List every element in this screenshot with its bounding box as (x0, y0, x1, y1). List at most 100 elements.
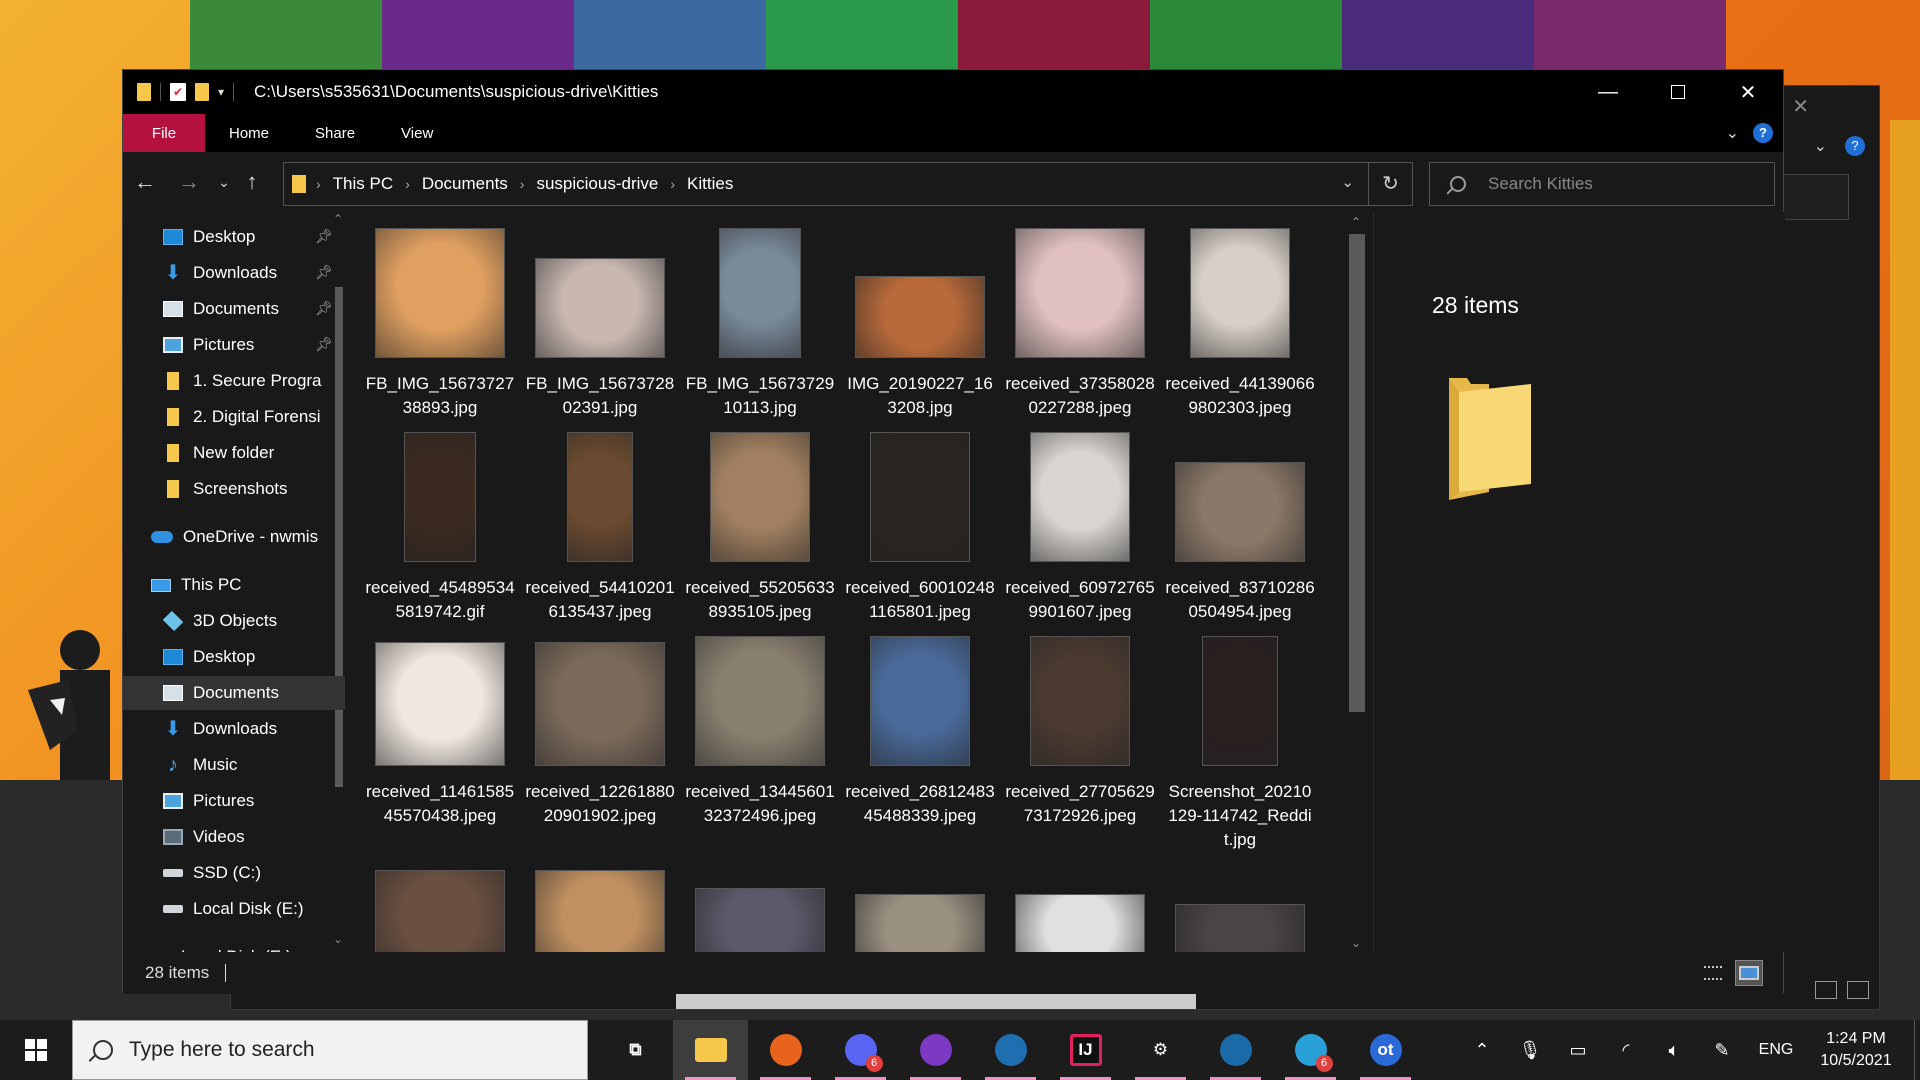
virtualbox-taskbar-button[interactable] (973, 1020, 1048, 1080)
task-view-taskbar-button[interactable]: ⧉ (598, 1020, 673, 1080)
file-item[interactable]: Screenshot_20210129-114742_Reddit.jpg (1165, 628, 1315, 849)
file-item[interactable]: FB_IMG_1567372802391.jpg (525, 220, 675, 420)
file-item[interactable]: received_1146158545570438.jpeg (365, 628, 515, 828)
expand-ribbon-icon[interactable]: ⌄ (1726, 123, 1739, 143)
file-item[interactable]: received_837102860504954.jpeg (1165, 424, 1315, 624)
file-item[interactable]: received_552056338935105.jpeg (685, 424, 835, 624)
navigation-pane[interactable]: ⌃ ⌄ Desktop 📌︎ ⬇ Downloads 📌︎ Documents 📌︎ Pict… (123, 212, 353, 952)
battery-icon[interactable]: ▭ (1554, 1020, 1602, 1080)
content-scrollbar-thumb[interactable] (1349, 234, 1365, 712)
file-item[interactable]: received_441390669802303.jpeg (1165, 220, 1315, 420)
file-item[interactable]: received_600102481165801.jpeg (845, 424, 995, 624)
pen-icon[interactable]: ✎ (1698, 1020, 1746, 1080)
file-item[interactable]: received_2770562973172926.jpeg (1005, 628, 1155, 828)
language-indicator[interactable]: ENG (1746, 1041, 1806, 1059)
chevron-right-icon[interactable]: › (316, 176, 321, 192)
breadcrumb-documents[interactable]: Documents (422, 174, 508, 194)
breadcrumb-kitties[interactable]: Kitties (687, 174, 733, 194)
file-item[interactable]: received_609727659901607.jpeg (1005, 424, 1155, 624)
volume-icon[interactable]: 🔈︎ (1650, 1020, 1698, 1080)
address-bar[interactable]: › This PC › Documents › suspicious-drive… (283, 162, 1413, 206)
github-desktop-taskbar-button[interactable] (898, 1020, 973, 1080)
sidebar-item-pictures[interactable]: Pictures (123, 784, 345, 818)
file-item[interactable]: IMG_20190227_163208.jpg (845, 220, 995, 420)
tab-file[interactable]: File (123, 114, 205, 152)
large-icons-view-button[interactable] (1735, 960, 1763, 986)
sidebar-item-local-disk-e[interactable]: Local Disk (E:) (123, 892, 345, 926)
pin-icon[interactable]: 📌︎ (315, 336, 333, 353)
file-item[interactable] (845, 832, 995, 952)
sidebar-item-documents[interactable]: Documents (123, 676, 345, 710)
chevron-up-icon[interactable]: ⌃ (1458, 1020, 1506, 1080)
search-box[interactable] (1429, 162, 1775, 206)
minimize-button[interactable]: — (1573, 70, 1643, 114)
sidebar-item-local-disk-e[interactable]: Local Disk (E:) (123, 940, 345, 952)
search-input[interactable] (1488, 174, 1748, 194)
taskbar-search[interactable]: Type here to search (72, 1020, 588, 1080)
settings-taskbar-button[interactable]: ⚙ (1123, 1020, 1198, 1080)
sidebar-item-videos[interactable]: Videos (123, 820, 345, 854)
sidebar-item-1-secure-progra[interactable]: 1. Secure Progra (123, 364, 345, 398)
file-item[interactable] (685, 832, 835, 952)
recent-locations-button[interactable]: ⌄ (211, 174, 237, 191)
file-item[interactable]: FB_IMG_1567372738893.jpg (365, 220, 515, 420)
ot-taskbar-button[interactable]: ot (1348, 1020, 1423, 1080)
tab-view[interactable]: View (401, 125, 433, 142)
file-item[interactable]: FB_IMG_1567372910113.jpg (685, 220, 835, 420)
chevron-right-icon[interactable]: › (670, 176, 675, 192)
refresh-button[interactable]: ↻ (1368, 163, 1412, 205)
breadcrumb-this-pc[interactable]: This PC (333, 174, 393, 194)
tab-share[interactable]: Share (315, 125, 355, 142)
sidebar-item-screenshots[interactable]: Screenshots (123, 472, 345, 506)
file-item[interactable]: received_373580280227288.jpeg (1005, 220, 1155, 420)
chevron-right-icon[interactable]: › (405, 176, 410, 192)
telegram-taskbar-button[interactable]: 6 (1273, 1020, 1348, 1080)
back-button[interactable]: ← (123, 169, 167, 195)
file-item[interactable] (1005, 832, 1155, 952)
sidebar-item-onedrive-nwmis[interactable]: OneDrive - nwmis (123, 520, 345, 554)
sidebar-item-desktop[interactable]: Desktop 📌︎ (123, 220, 345, 254)
firefox-taskbar-button[interactable] (748, 1020, 823, 1080)
sidebar-item-3d-objects[interactable]: 3D Objects (123, 604, 345, 638)
details-view-button[interactable] (1699, 960, 1727, 986)
pin-icon[interactable]: 📌︎ (315, 264, 333, 281)
properties-icon[interactable]: ✔ (170, 83, 186, 101)
sidebar-item-downloads[interactable]: ⬇ Downloads 📌︎ (123, 256, 345, 290)
view-buttons[interactable] (1815, 981, 1869, 999)
sidebar-item-new-folder[interactable]: New folder (123, 436, 345, 470)
steam-taskbar-button[interactable] (1198, 1020, 1273, 1080)
tab-home[interactable]: Home (229, 125, 269, 142)
file-item[interactable]: received_454895345819742.gif (365, 424, 515, 624)
close-icon[interactable]: ✕ (1792, 94, 1809, 119)
sidebar-item-pictures[interactable]: Pictures 📌︎ (123, 328, 345, 362)
file-item[interactable]: received_544102016135437.jpeg (525, 424, 675, 624)
microphone-icon[interactable]: 🎙︎ (1506, 1020, 1554, 1080)
show-desktop-button[interactable] (1914, 1020, 1920, 1080)
pin-icon[interactable]: 📌︎ (315, 300, 333, 317)
scroll-up-icon[interactable]: ⌃ (1351, 215, 1361, 229)
start-button[interactable] (0, 1020, 72, 1080)
close-button[interactable]: ✕ (1713, 70, 1783, 114)
forward-button[interactable]: → (167, 169, 211, 195)
sidebar-item-documents[interactable]: Documents 📌︎ (123, 292, 345, 326)
chevron-right-icon[interactable]: › (520, 176, 525, 192)
explorer-window[interactable]: ✔ ▾ C:\Users\s535631\Documents\suspiciou… (122, 69, 1785, 994)
file-item[interactable] (365, 832, 515, 952)
file-list[interactable]: FB_IMG_1567372738893.jpg FB_IMG_156737280… (365, 212, 1367, 952)
scroll-down-icon[interactable]: ⌄ (1351, 936, 1361, 950)
file-item[interactable]: received_2681248345488339.jpeg (845, 628, 995, 828)
help-icon[interactable]: ? (1845, 136, 1865, 156)
sidebar-item-desktop[interactable]: Desktop (123, 640, 345, 674)
up-button[interactable]: ↑ (237, 169, 267, 195)
intellij-taskbar-button[interactable]: IJ (1048, 1020, 1123, 1080)
file-item[interactable] (1165, 832, 1315, 952)
sidebar-item-music[interactable]: ♪ Music (123, 748, 345, 782)
chevron-down-icon[interactable]: ⌄ (1814, 136, 1827, 156)
file-item[interactable] (525, 832, 675, 952)
wifi-icon[interactable]: ◜ (1602, 1020, 1650, 1080)
new-folder-icon[interactable] (195, 83, 209, 101)
discord-taskbar-button[interactable]: 6 (823, 1020, 898, 1080)
file-item[interactable]: received_1344560132372496.jpeg (685, 628, 835, 828)
file-item[interactable]: received_1226188020901902.jpeg (525, 628, 675, 828)
clock[interactable]: 1:24 PM 10/5/2021 (1806, 1028, 1906, 1072)
